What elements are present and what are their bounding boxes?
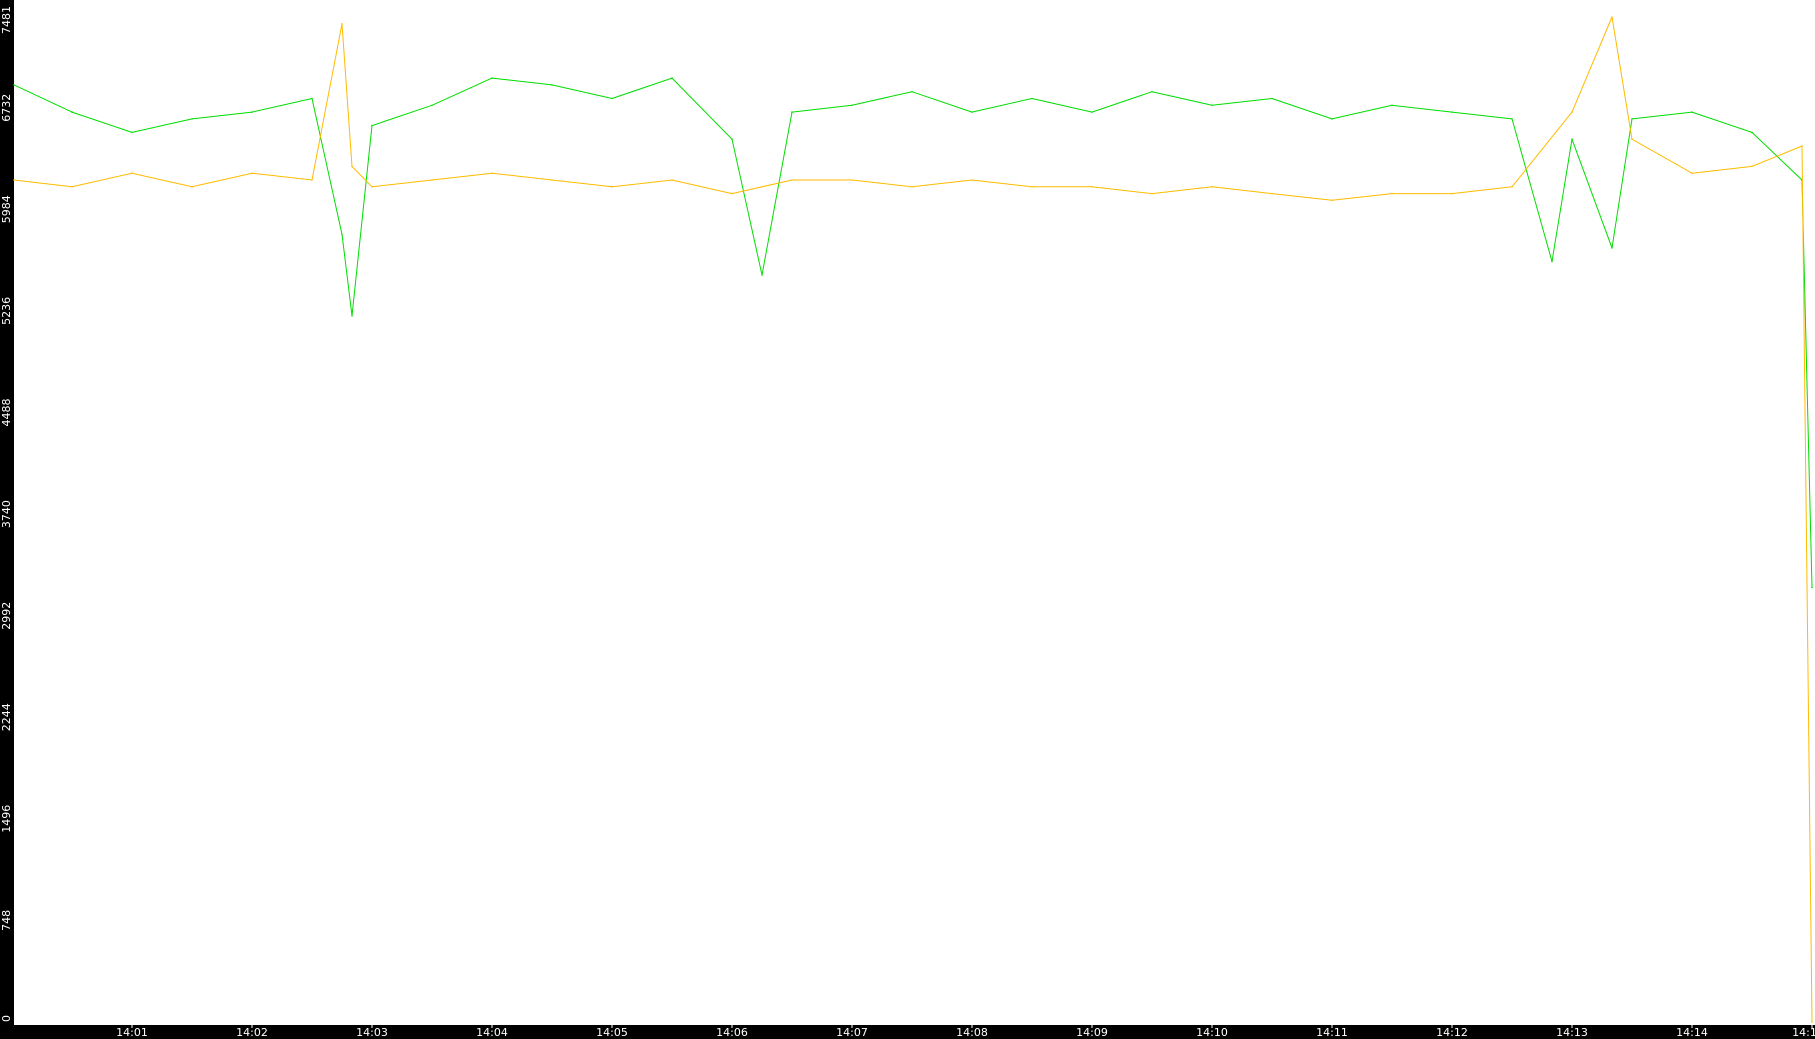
x-axis-ticks: 14:01 14:02 14:03 14:04 14:05 14:06 14:07 14:08… [116,1025,1815,1039]
series-2-point [191,186,193,188]
series-2-point [671,179,673,181]
series-1-point [611,97,613,100]
series-2-point [1691,172,1693,174]
series-2-point [911,186,913,188]
series-1-point [251,111,253,113]
series-2-point [13,179,15,181]
series-1-point [1611,247,1613,249]
series-1-point [371,124,373,127]
series-2-point [1571,111,1573,113]
plot-background [0,0,1815,1039]
series-1-point [311,97,313,100]
series-1-point [1751,131,1753,134]
series-1-point [1151,90,1153,93]
series-1-point [491,77,493,79]
y-tick-label: 1496 [0,805,13,833]
series-2-point [311,179,313,181]
series-2-point [491,172,493,174]
series-2-point [1751,165,1753,168]
series-2-point [1331,199,1333,202]
line-chart: 0 748 1496 2244 2992 3740 4488 5236 5984 6732 7481… [0,0,1815,1039]
series-2-point [251,172,253,174]
series-1-point [341,233,343,236]
series-1-point [1391,104,1393,107]
series-1-point [1551,260,1553,263]
series-2-point [611,186,613,188]
series-1-point [1331,118,1333,120]
series-1-point [1571,138,1573,140]
series-2-point [551,179,553,181]
y-tick-label: 0 [0,1015,13,1022]
y-tick-label: 5236 [0,297,13,325]
series-2-point [971,179,973,181]
y-tick-label: 3740 [0,500,13,528]
y-tick-label: 7481 [0,6,13,34]
y-tick-label: 2244 [0,703,13,731]
series-1-point [551,84,553,86]
series-1-point [971,111,973,113]
series-1-point [911,90,913,93]
series-1-point [191,118,193,120]
series-2-point [431,179,433,181]
series-2-point [1511,186,1513,188]
series-2-point [791,179,793,181]
series-2-point [1801,145,1803,147]
series-2-point [351,165,353,168]
series-2-point [1151,192,1153,195]
series-1-point [351,315,353,317]
series-1-point [851,104,853,107]
series-1-point [1271,97,1273,100]
series-1-point [1511,118,1513,120]
series-2-point [1211,186,1213,188]
series-1-point [1811,586,1813,589]
series-1-point [131,131,133,134]
series-2-point [1091,186,1093,188]
series-1-point [791,111,793,113]
series-2-point [371,186,373,188]
series-1-point [1031,97,1033,100]
series-2-point [1631,138,1633,140]
series-2-point [1271,192,1273,195]
x-axis-band [0,1025,1815,1039]
series-1-point [71,111,73,113]
series-1-point [1691,111,1693,113]
series-2-point [1611,16,1613,18]
series-2-point [1391,192,1393,195]
y-tick-label: 748 [0,910,13,931]
y-tick-label: 5984 [0,195,13,223]
series-2-point [341,23,343,25]
series-1-point [1211,104,1213,107]
y-tick-label: 2992 [0,602,13,630]
series-1-point [431,104,433,107]
series-1-point [1631,118,1633,120]
series-2-point [1451,192,1453,195]
series-1-point [1091,111,1093,113]
series-2-point [731,192,733,195]
y-tick-label: 4488 [0,399,13,427]
y-tick-label: 6732 [0,94,13,122]
series-1-point [761,274,763,276]
series-1-point [13,84,15,86]
series-2-point [851,179,853,181]
series-1-point [731,138,733,140]
series-1-point [671,77,673,79]
series-2-point [1811,1021,1813,1023]
series-2-point [1031,186,1033,188]
series-2-point [71,186,73,188]
series-1-point [1451,111,1453,113]
series-2-point [131,172,133,174]
